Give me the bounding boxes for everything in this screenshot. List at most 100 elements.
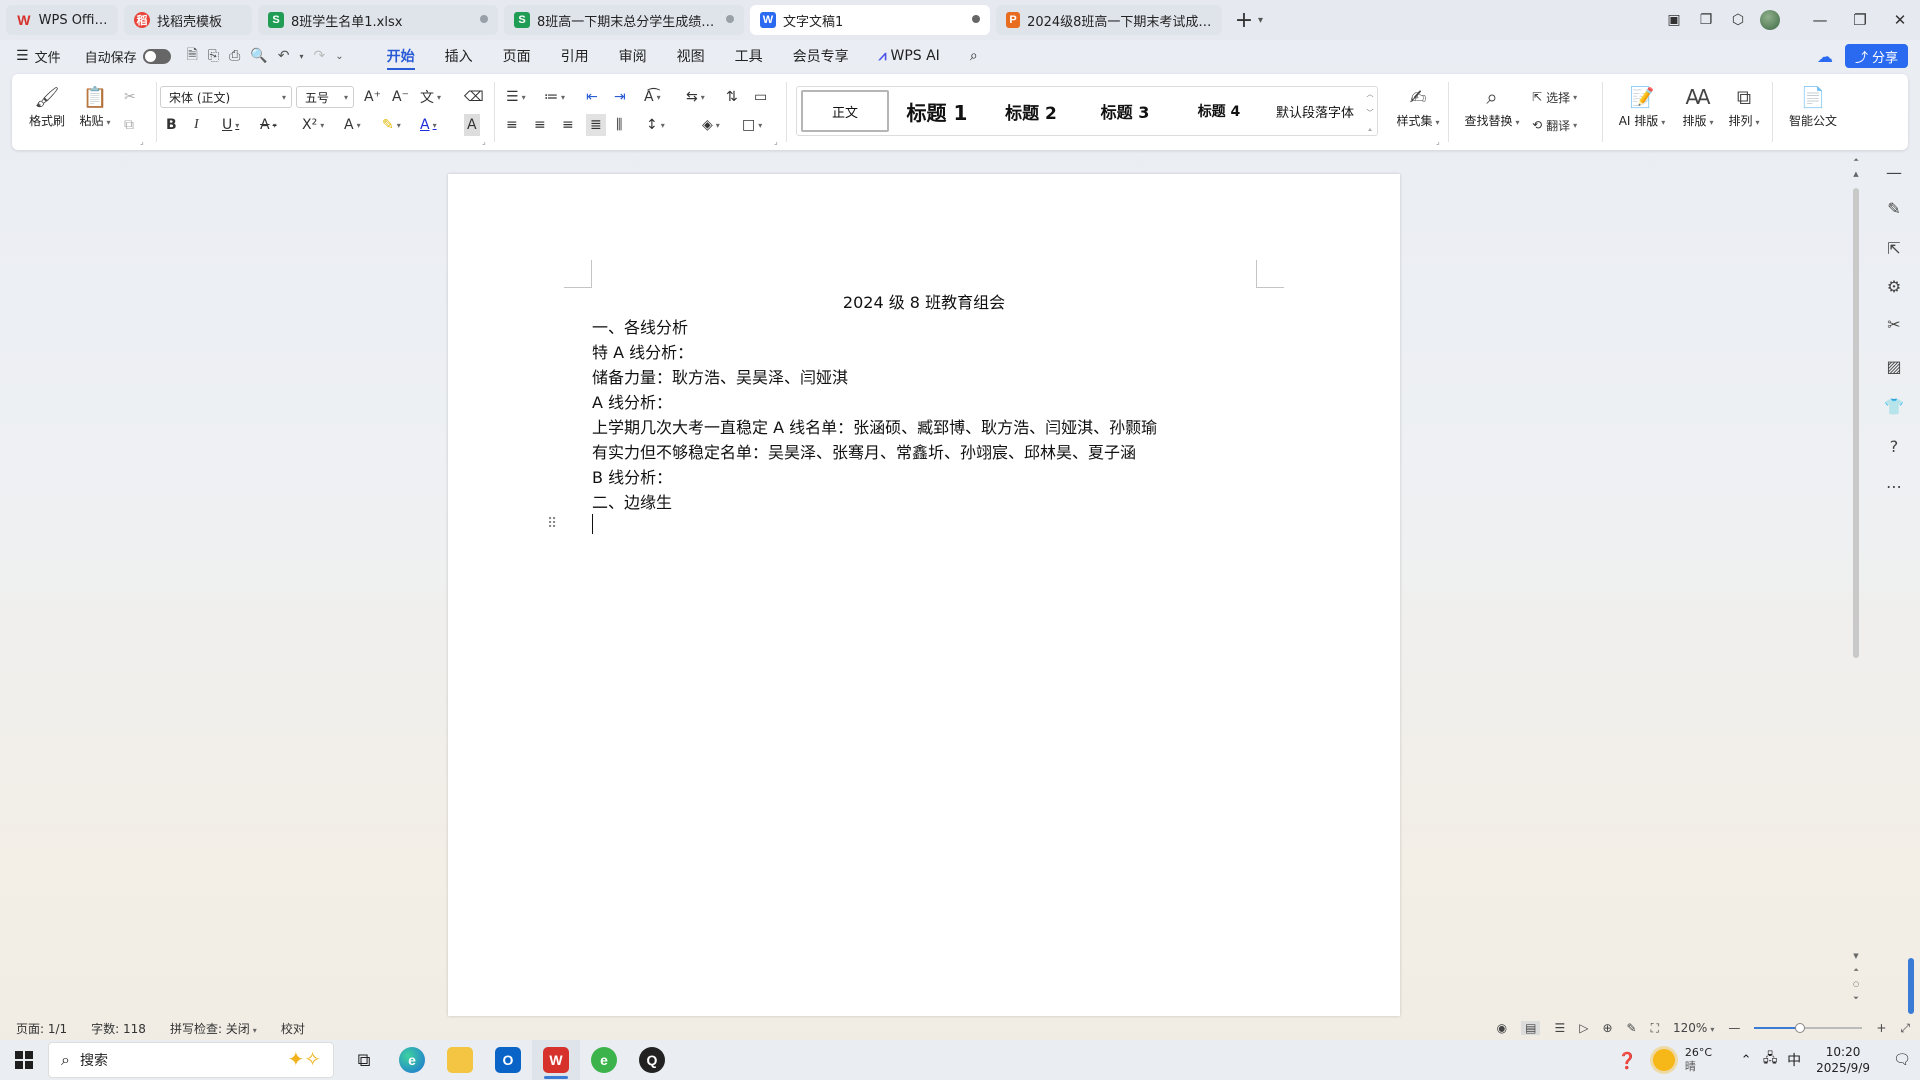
tab-page[interactable]: 页面 (488, 40, 546, 72)
scroll-up-icon[interactable]: ︿ (1367, 89, 1374, 99)
cube-icon[interactable]: ⬡ (1722, 4, 1754, 36)
zoom-level-select[interactable]: 120% ▾ (1673, 1021, 1714, 1035)
tab-docer-templates[interactable]: 稻 找稻壳模板 (124, 5, 252, 35)
style-default-paragraph-font[interactable]: 默认段落字体 (1265, 90, 1365, 132)
redo-icon[interactable]: ↷ (313, 48, 325, 64)
doc-paragraph[interactable]: 一、各线分析 (592, 314, 688, 338)
web-view-icon[interactable]: ⊕ (1602, 1021, 1612, 1035)
styles-scroll[interactable]: ︿ ﹀ ⩡ (1365, 89, 1375, 135)
edge-button[interactable]: e (388, 1040, 436, 1080)
undo-icon[interactable]: ↶ (278, 48, 290, 64)
spellcheck-toggle[interactable]: 拼写检查: 关闭 ▾ (170, 1020, 257, 1037)
outline-view-icon[interactable]: ☰ (1554, 1021, 1565, 1035)
chinese-layout-icon[interactable]: A͡ ▾ (644, 86, 661, 108)
image-edit-icon[interactable]: ▨ (1882, 354, 1906, 378)
expand-gallery-icon[interactable]: ⩡ (1368, 126, 1372, 135)
print-preview-icon[interactable]: 🔍 (250, 48, 267, 64)
format-painter-button[interactable]: 🖌 格式刷 (24, 84, 70, 129)
tab-review[interactable]: 审阅 (604, 40, 662, 72)
tab-list-chevron-icon[interactable]: ▾ (1258, 15, 1263, 26)
align-center-icon[interactable]: ≡ (534, 114, 546, 136)
ai-layout-button[interactable]: 📝 AI 排版 ▾ (1614, 84, 1670, 129)
scroll-up-arrow-icon[interactable]: ▲ (1850, 170, 1862, 178)
collapse-sidebar-icon[interactable]: — (1882, 160, 1906, 184)
phonetic-guide-icon[interactable]: 文 ▾ (420, 86, 441, 108)
undo-dropdown-icon[interactable]: ▾ (299, 52, 303, 61)
paste-button[interactable]: 📋 粘贴 ▾ (72, 84, 118, 129)
toggle-switch[interactable] (142, 48, 171, 64)
file-menu-button[interactable]: ☰ 文件 (16, 47, 61, 66)
word-count[interactable]: 字数: 118 (91, 1020, 146, 1037)
smart-document-button[interactable]: 📄 智能公文 (1782, 84, 1844, 129)
prev-page-icon[interactable]: ⏶ (1850, 966, 1862, 975)
minimize-icon[interactable]: — (1800, 0, 1840, 40)
browse-object-icon[interactable]: ○ (1850, 980, 1862, 988)
restore-icon[interactable]: ❐ (1840, 0, 1880, 40)
scroll-down-arrow-icon[interactable]: ▼ (1850, 952, 1862, 960)
tab-wps-home[interactable]: W WPS Office (6, 5, 118, 35)
avatar[interactable] (1754, 4, 1786, 36)
style-heading-2[interactable]: 标题 2 (985, 90, 1077, 132)
taskbar-search-box[interactable]: ⌕ 搜索 ✦✧ (48, 1042, 334, 1078)
scrollbar-thumb[interactable] (1853, 188, 1859, 658)
decrease-indent-icon[interactable]: ⇤ (586, 86, 598, 108)
start-button[interactable] (0, 1040, 48, 1080)
qq-button[interactable]: Q (628, 1040, 676, 1080)
side-zoom-indicator[interactable] (1908, 958, 1914, 1014)
doc-paragraph[interactable]: 二、边缘生 (592, 489, 672, 513)
tab-member[interactable]: 会员专享 (778, 40, 864, 72)
pen-edit-icon[interactable]: ✎ (1882, 196, 1906, 220)
align-right-icon[interactable]: ≡ (562, 114, 574, 136)
shading-icon[interactable]: ◈ ▾ (702, 114, 720, 136)
customize-chevron-icon[interactable]: ⌄ (335, 51, 343, 62)
doc-paragraph[interactable]: 有实力但不够稳定名单：吴昊泽、张骞月、常鑫圻、孙翊宸、邱林昊、夏子涵 (592, 439, 1136, 463)
scroll-top-icon[interactable]: ⏶ (1850, 156, 1862, 165)
cut-icon[interactable]: ✂ (124, 86, 136, 108)
tab-student-list-xlsx[interactable]: S 8班学生名单1.xlsx (258, 5, 498, 35)
style-heading-3[interactable]: 标题 3 (1077, 90, 1173, 132)
help-badge-icon[interactable]: ❓ (1617, 1051, 1637, 1070)
tab-score-xlsx[interactable]: S 8班高一下期末总分学生成绩.xlsx (504, 5, 744, 35)
tab-writer-doc[interactable]: W 文字文稿1 (750, 5, 990, 35)
help-icon[interactable]: ? (1882, 434, 1906, 458)
zoom-out-icon[interactable]: — (1728, 1021, 1740, 1035)
vertical-scrollbar[interactable]: ⏶ ▲ ▼ ⏶ ○ ⏷ (1850, 156, 1862, 1008)
file-explorer-button[interactable] (436, 1040, 484, 1080)
chevron-up-icon[interactable]: ⌃ (1734, 1053, 1758, 1068)
char-shading-icon[interactable]: A (464, 114, 480, 136)
style-heading-4[interactable]: 标题 4 (1173, 90, 1265, 132)
font-launcher-icon[interactable]: ⌟ (482, 137, 486, 146)
style-set-button[interactable]: ✍ 样式集 ▾ (1388, 84, 1448, 129)
weather-widget[interactable]: 26°C 晴 (1652, 1046, 1712, 1074)
tab-presentation[interactable]: P 2024级8班高一下期末考试成绩分析 (996, 5, 1222, 35)
tab-tools[interactable]: 工具 (720, 40, 778, 72)
font-name-select[interactable]: 宋体 (正文) ▾ (160, 86, 292, 108)
clear-format-icon[interactable]: ⌫ (464, 86, 484, 108)
style-heading-1[interactable]: 标题 1 (889, 90, 985, 132)
adjust-sliders-icon[interactable]: ⚙ (1882, 274, 1906, 298)
justify-icon[interactable]: ≣ (586, 114, 606, 136)
search-icon[interactable]: ⌕ (955, 40, 993, 72)
wps-taskbar-button[interactable]: W (532, 1040, 580, 1080)
font-size-select[interactable]: 五号 ▾ (296, 86, 354, 108)
tab-insert[interactable]: 插入 (430, 40, 488, 72)
task-view-button[interactable]: ⧉ (340, 1040, 388, 1080)
arrange-button[interactable]: ⧉ 排列 ▾ (1722, 84, 1766, 129)
print-icon[interactable]: ⎙ (229, 48, 240, 64)
close-icon[interactable]: ✕ (1880, 0, 1920, 40)
tab-close-icon[interactable] (972, 15, 980, 23)
pen-mode-icon[interactable]: ✎ (1627, 1021, 1637, 1035)
doc-paragraph[interactable]: 特 A 线分析： (592, 339, 693, 363)
doc-paragraph[interactable]: B 线分析： (592, 464, 672, 488)
document-title[interactable]: 2024 级 8 班教育组会 (448, 289, 1400, 313)
doc-paragraph[interactable]: 上学期几次大考一直稳定 A 线名单：张涵硕、臧郅博、耿方浩、闫娅淇、孙颢瑜 (592, 414, 1157, 438)
tab-view[interactable]: 视图 (662, 40, 720, 72)
autosave-toggle[interactable]: 自动保存 (85, 47, 171, 66)
find-replace-button[interactable]: ⌕ 查找替换 ▾ (1458, 84, 1526, 129)
taskbar-clock[interactable]: 10:20 2025/9/9 (1816, 1044, 1870, 1076)
layout-button[interactable]: Ꜳ 排版 ▾ (1676, 84, 1720, 129)
style-normal[interactable]: 正文 (801, 90, 889, 132)
styles-launcher-icon[interactable]: ⌟ (1436, 137, 1440, 146)
sort-icon[interactable]: ⇅ (726, 86, 738, 108)
screenshot-icon[interactable]: ▣ (1658, 4, 1690, 36)
